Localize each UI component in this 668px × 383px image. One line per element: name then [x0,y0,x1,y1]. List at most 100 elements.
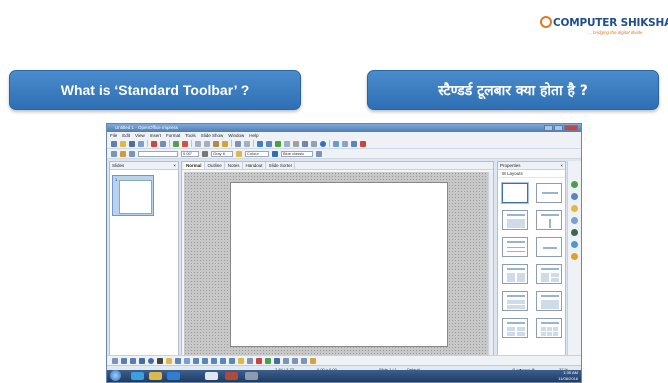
slide-transition-icon[interactable] [571,217,578,224]
symbol-shapes-icon[interactable] [202,357,208,364]
tab-slide-sorter[interactable]: Slide Sorter [267,162,296,169]
clone-format-icon[interactable] [222,140,228,147]
area-color-select[interactable]: Blue classic [281,150,313,157]
layout-title-content[interactable] [502,210,528,230]
menu-help[interactable]: Help [249,132,258,139]
layout-title-two-rows-alt[interactable] [536,291,562,311]
master-slides-icon[interactable] [571,193,578,200]
stars-icon[interactable] [238,357,244,364]
arrange-icon[interactable] [301,357,307,364]
from-file-icon[interactable] [265,357,271,364]
open-icon[interactable] [120,140,126,147]
impress-taskbar-icon[interactable] [205,372,218,380]
layout-title-content-center[interactable] [536,210,562,230]
copy-icon[interactable] [204,140,210,147]
vertical-scrollbar[interactable] [488,172,493,356]
slide-icon[interactable] [333,140,339,147]
display-grid-icon[interactable] [293,140,299,147]
menu-format[interactable]: Format [166,132,180,139]
export-pdf-icon[interactable] [151,140,157,147]
line-color-select[interactable]: Gray 6 [211,150,233,157]
image-icon[interactable] [275,140,281,147]
connector-tool-icon[interactable] [175,357,181,364]
layout-six-content[interactable] [536,318,562,338]
slide-show-icon[interactable] [360,140,366,147]
zoom-icon[interactable] [311,140,317,147]
menu-tools[interactable]: Tools [185,132,196,139]
navigator-deck-icon[interactable] [571,253,578,260]
maximize-button[interactable] [554,125,563,131]
slide-layout-icon[interactable] [342,140,348,147]
layout-title-two-rows[interactable] [502,291,528,311]
layout-title-lines[interactable] [502,237,528,257]
print-icon[interactable] [160,140,166,147]
menu-view[interactable]: View [135,132,145,139]
area-style-select[interactable]: Colour [245,150,269,157]
layout-four-content[interactable] [502,318,528,338]
new-icon[interactable] [111,140,117,147]
email-icon[interactable] [138,140,144,147]
undo-icon[interactable] [235,140,241,147]
styles-icon[interactable] [571,229,578,236]
menu-edit[interactable]: Edit [122,132,130,139]
fontwork-icon[interactable] [256,357,262,364]
slide-thumbnail[interactable]: 1 [112,175,154,216]
menu-file[interactable]: File [110,132,117,139]
select-tool-icon[interactable] [112,357,118,364]
ellipse-tool-icon[interactable] [148,357,154,364]
start-button[interactable] [110,370,121,381]
tab-outline[interactable]: Outline [206,162,225,169]
layout-two-content[interactable] [502,264,528,284]
callouts-icon[interactable] [229,357,235,364]
arrow-style-icon[interactable] [120,150,126,157]
save-icon[interactable] [129,140,135,147]
curve-tool-icon[interactable] [166,357,172,364]
block-arrows-icon[interactable] [211,357,217,364]
line-style-select[interactable] [138,150,178,157]
close-button[interactable] [564,125,578,131]
points-icon[interactable] [247,357,253,364]
custom-animation-icon[interactable] [571,205,578,212]
app-taskbar-icon[interactable] [225,372,238,380]
table-icon[interactable] [266,140,272,147]
movie-icon[interactable] [284,140,290,147]
rotate-icon[interactable] [283,357,289,364]
select-icon[interactable] [111,150,117,157]
close-pane-icon[interactable]: × [173,162,176,170]
close-properties-icon[interactable]: × [560,162,563,170]
flowchart-icon[interactable] [220,357,226,364]
spellcheck-icon[interactable] [173,140,179,147]
autospell-icon[interactable] [182,140,188,147]
rectangle-tool-icon[interactable] [139,357,145,364]
tab-handout[interactable]: Handout [244,162,266,169]
tab-notes[interactable]: Notes [226,162,243,169]
line-tool-icon[interactable] [121,357,127,364]
arrow-tool-icon[interactable] [130,357,136,364]
text-tool-icon[interactable] [157,357,163,364]
layouts-section[interactable]: ⊟ Layouts [498,170,565,178]
lines-arrows-icon[interactable] [184,357,190,364]
line-icon[interactable] [129,150,135,157]
slide-page[interactable] [230,182,448,347]
alignment-icon[interactable] [292,357,298,364]
extrusion-icon[interactable] [310,357,316,364]
gallery-tool-icon[interactable] [274,357,280,364]
redo-icon[interactable] [244,140,250,147]
layout-title-only[interactable] [536,183,562,203]
explorer-taskbar-icon[interactable] [149,372,162,380]
navigator-icon[interactable] [302,140,308,147]
basic-shapes-icon[interactable] [193,357,199,364]
layout-blank[interactable] [502,183,528,203]
shadow-icon[interactable] [316,150,322,157]
menu-insert[interactable]: Insert [150,132,161,139]
cut-icon[interactable] [195,140,201,147]
media-taskbar-icon[interactable] [167,372,180,380]
chart-icon[interactable] [257,140,263,147]
layout-content-two[interactable] [536,264,562,284]
properties-deck-icon[interactable] [571,181,578,188]
gallery-icon[interactable] [571,241,578,248]
slide-design-icon[interactable] [351,140,357,147]
help-icon[interactable] [320,140,326,147]
line-width-field[interactable]: 0.00" [181,150,199,157]
area-icon[interactable] [236,150,242,157]
